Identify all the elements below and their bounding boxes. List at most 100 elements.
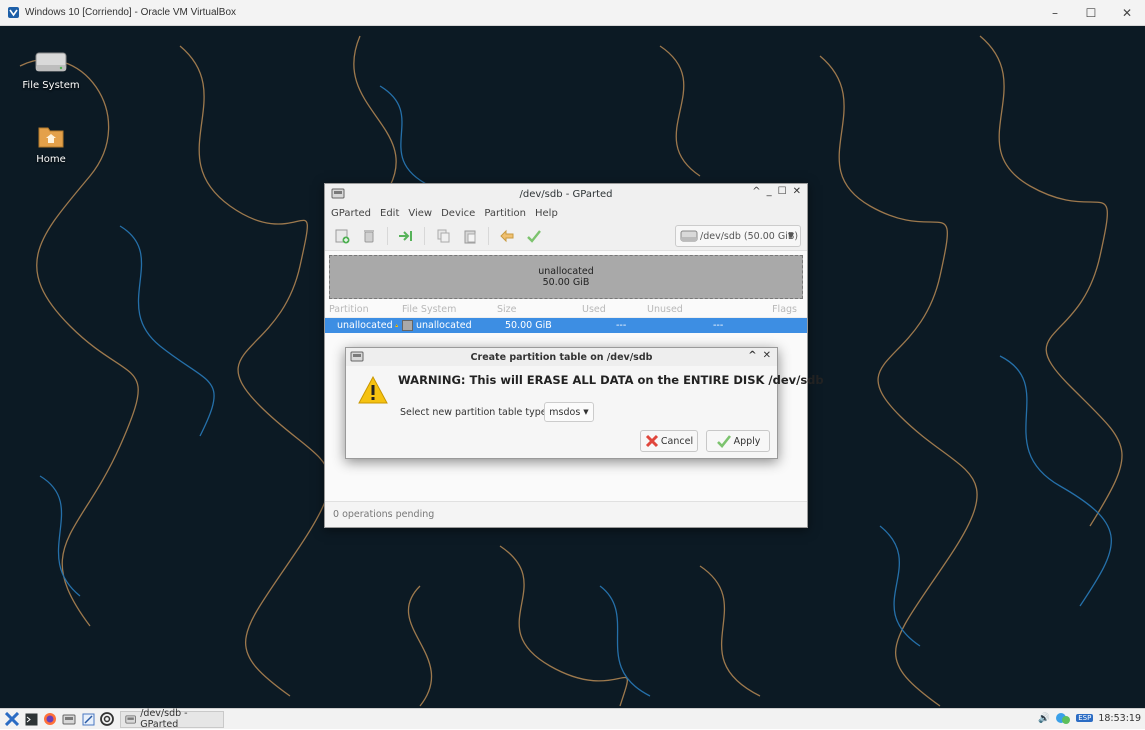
toolbar-separator [424,227,425,245]
apply-button[interactable]: Apply [706,430,770,452]
dialog-titlebar[interactable]: Create partition table on /dev/sdb ^ ✕ [346,348,777,366]
drive-icon [34,47,68,77]
host-window-titlebar: Windows 10 [Corriendo] - Oracle VM Virtu… [0,0,1145,26]
desktop-icon-file-system[interactable]: File System [16,47,86,91]
clock[interactable]: 18:53:19 [1098,713,1141,724]
paste-icon [463,229,477,244]
warning-icon [358,376,388,404]
firefox-icon [43,712,57,726]
close-button[interactable]: ✕ [793,186,801,197]
partition-size: 50.00 GiB [493,320,578,331]
chevron-down-icon: ▼ [788,231,794,240]
cancel-icon [645,434,659,448]
gparted-app-icon [62,713,76,726]
host-close-button[interactable]: ✕ [1109,0,1145,26]
dialog-title: Create partition table on /dev/sdb [471,352,653,363]
help-launcher[interactable] [100,712,114,726]
xfce-menu-icon [5,712,19,726]
checkmark-icon [716,434,732,448]
disk-segment-size: 50.00 GiB [543,277,590,288]
new-partition-button[interactable] [333,227,351,245]
partition-type-label: Select new partition table type: [400,407,550,418]
taskbar-window-label: /dev/sdb - GParted [140,708,223,730]
gparted-titlebar[interactable]: /dev/sdb - GParted ^ _ ☐ ✕ [325,184,807,204]
copy-icon [436,229,450,243]
column-header[interactable]: Partition [325,304,398,315]
table-row[interactable]: unallocated unallocated 50.00 GiB --- --… [325,318,807,333]
checkmark-icon [526,229,542,243]
resize-arrow-icon [398,229,414,243]
system-tray: 🔊 ESP 18:53:19 [1038,711,1141,725]
column-header[interactable]: Flags [738,304,803,315]
gparted-app-icon [331,187,345,200]
terminal-launcher[interactable] [24,712,38,726]
lifebuoy-icon [100,712,114,726]
firefox-launcher[interactable] [43,712,57,726]
gparted-toolbar: /dev/sdb (50.00 GiB) ▼ [325,222,807,251]
resize-move-button[interactable] [397,227,415,245]
volume-icon[interactable]: 🔊 [1038,713,1050,724]
desktop-icon-label: File System [22,80,79,91]
desktop-icon-label: Home [36,154,66,165]
partition-unused: --- [643,320,738,331]
menu-edit[interactable]: Edit [380,208,399,219]
taskbar-window-item[interactable]: /dev/sdb - GParted [120,711,224,728]
status-bar: 0 operations pending [325,501,807,527]
home-folder-icon [36,121,66,151]
disk-segment-label: unallocated [538,266,594,277]
whisker-menu-button[interactable] [5,712,19,726]
partition-table-type-select[interactable]: msdos ▼ [544,402,594,422]
menu-help[interactable]: Help [535,208,558,219]
column-header[interactable]: File System [398,304,493,315]
menu-partition[interactable]: Partition [484,208,526,219]
terminal-icon [25,713,38,726]
taskbar: /dev/sdb - GParted 🔊 ESP 18:53:19 [0,708,1145,729]
copy-button[interactable] [434,227,452,245]
text-editor-launcher[interactable] [81,712,95,726]
menu-device[interactable]: Device [441,208,475,219]
new-partition-icon [334,228,350,244]
keyboard-layout-icon[interactable]: ESP [1076,714,1093,722]
column-header[interactable]: Used [578,304,643,315]
column-header[interactable]: Unused [643,304,738,315]
chevron-down-icon: ▼ [583,408,588,416]
undo-icon [499,229,515,243]
device-selector[interactable]: /dev/sdb (50.00 GiB) ▼ [675,225,801,247]
menu-gparted[interactable]: GParted [331,208,371,219]
desktop-icon-home[interactable]: Home [16,121,86,165]
apply-label: Apply [734,436,761,447]
gparted-window-title: /dev/sdb - GParted [519,189,612,200]
cancel-button[interactable]: Cancel [640,430,698,452]
apply-all-button[interactable] [525,227,543,245]
toolbar-separator [488,227,489,245]
shade-button[interactable]: ^ [748,350,756,361]
host-maximize-button[interactable]: ☐ [1073,0,1109,26]
gparted-app-icon [125,714,136,725]
partition-used: --- [578,320,643,331]
create-partition-table-dialog: Create partition table on /dev/sdb ^ ✕ W… [345,347,778,459]
trash-icon [362,228,376,244]
menu-view[interactable]: View [408,208,432,219]
undo-button[interactable] [498,227,516,245]
maximize-button[interactable]: ☐ [778,186,787,197]
delete-partition-button[interactable] [360,227,378,245]
minimize-button[interactable]: _ [767,186,772,197]
host-minimize-button[interactable]: – [1037,0,1073,26]
column-header[interactable]: Size [493,304,578,315]
cancel-label: Cancel [661,436,693,447]
paste-button[interactable] [461,227,479,245]
gparted-app-icon [350,350,364,363]
filesystem-color-swatch [402,320,413,331]
select-value: msdos [549,407,580,418]
network-icon[interactable] [1055,711,1071,725]
gparted-launcher[interactable] [62,712,76,726]
virtualbox-icon [7,6,20,19]
close-button[interactable]: ✕ [763,350,771,361]
shade-button[interactable]: ^ [752,186,760,197]
operations-pending: 0 operations pending [333,509,434,520]
disk-graphic[interactable]: unallocated 50.00 GiB [329,255,803,299]
partition-name: unallocated [337,320,393,331]
partition-table-header: Partition File System Size Used Unused F… [325,301,807,318]
warning-message: WARNING: This will ERASE ALL DATA on the… [398,373,824,387]
drive-icon [680,229,698,243]
